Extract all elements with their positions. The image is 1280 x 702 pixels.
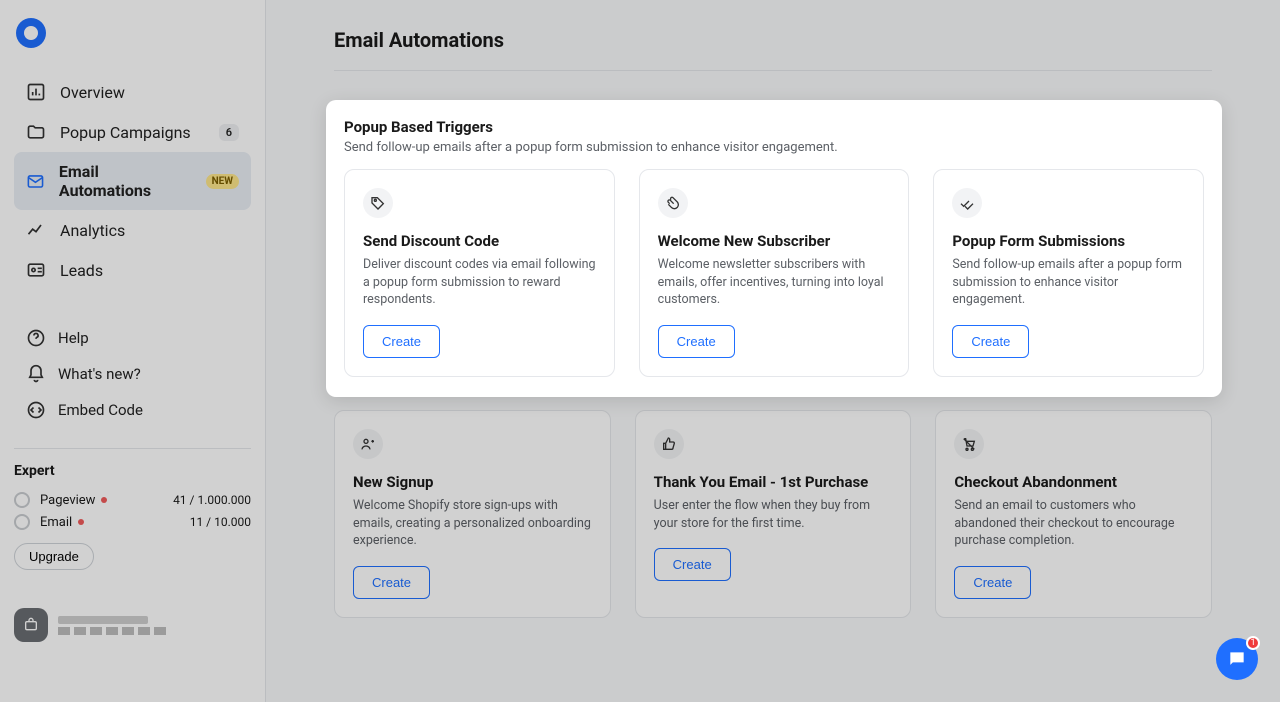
nav-item-help[interactable]: Help bbox=[14, 320, 251, 356]
automation-card-discount: Send Discount Code Deliver discount code… bbox=[344, 169, 615, 377]
bell-icon bbox=[26, 364, 46, 384]
nav-item-label: Popup Campaigns bbox=[60, 123, 191, 142]
plan-quota-box: Expert Pageview 41 / 1.000.000 Email 11 … bbox=[14, 448, 251, 570]
card-title: New Signup bbox=[353, 473, 592, 491]
nav-badge-count: 6 bbox=[219, 124, 239, 141]
create-button[interactable]: Create bbox=[954, 566, 1031, 599]
card-description: Deliver discount codes via email followi… bbox=[363, 256, 596, 309]
folder-icon bbox=[26, 122, 46, 142]
card-description: Welcome newsletter subscribers with emai… bbox=[658, 256, 891, 309]
nav-item-label: Overview bbox=[60, 83, 125, 102]
section-subtitle: Send follow-up emails after a popup form… bbox=[344, 140, 1204, 155]
nav-item-popup-campaigns[interactable]: Popup Campaigns 6 bbox=[14, 112, 251, 152]
nav-item-label: Email Automations bbox=[59, 162, 188, 200]
wave-icon bbox=[658, 188, 688, 218]
cart-off-icon bbox=[954, 429, 984, 459]
plan-name: Expert bbox=[14, 463, 251, 479]
nav-item-email-automations[interactable]: Email Automations NEW bbox=[14, 152, 251, 210]
nav-item-label: Help bbox=[58, 329, 89, 347]
user-block[interactable] bbox=[14, 608, 251, 642]
nav-item-label: Analytics bbox=[60, 221, 125, 240]
section-title: Popup Based Triggers bbox=[344, 118, 1204, 136]
nav-item-overview[interactable]: Overview bbox=[14, 72, 251, 112]
automation-card-checkout-abandon: Checkout Abandonment Send an email to cu… bbox=[935, 410, 1212, 618]
automation-card-form-submissions: Popup Form Submissions Send follow-up em… bbox=[933, 169, 1204, 377]
create-button[interactable]: Create bbox=[952, 325, 1029, 358]
card-title: Thank You Email - 1st Purchase bbox=[654, 473, 893, 491]
nav-item-label: Leads bbox=[60, 261, 103, 280]
tag-icon bbox=[363, 188, 393, 218]
page-title: Email Automations bbox=[334, 28, 1212, 71]
status-dot-icon bbox=[78, 519, 84, 525]
quota-pageview: Pageview 41 / 1.000.000 bbox=[14, 489, 251, 511]
nav-item-analytics[interactable]: Analytics bbox=[14, 210, 251, 250]
quota-label: Pageview bbox=[40, 493, 95, 508]
quota-value: 41 / 1.000.000 bbox=[173, 493, 251, 507]
nav-item-label: What's new? bbox=[58, 365, 141, 383]
upgrade-button[interactable]: Upgrade bbox=[14, 543, 94, 570]
create-button[interactable]: Create bbox=[353, 566, 430, 599]
nav-badge-new: NEW bbox=[206, 174, 239, 189]
nav-item-embed-code[interactable]: Embed Code bbox=[14, 392, 251, 428]
quota-email: Email 11 / 10.000 bbox=[14, 511, 251, 533]
card-description: Welcome Shopify store sign-ups with emai… bbox=[353, 497, 592, 550]
ring-icon bbox=[14, 492, 30, 508]
automation-card-thank-you: Thank You Email - 1st Purchase User ente… bbox=[635, 410, 912, 618]
card-title: Welcome New Subscriber bbox=[658, 232, 891, 250]
card-description: Send follow-up emails after a popup form… bbox=[952, 256, 1185, 309]
secondary-nav: Help What's new? Embed Code bbox=[14, 320, 251, 428]
quota-label: Email bbox=[40, 515, 72, 530]
automation-card-new-signup: New Signup Welcome Shopify store sign-up… bbox=[334, 410, 611, 618]
code-icon bbox=[26, 400, 46, 420]
chat-unread-badge: 1 bbox=[1246, 636, 1260, 650]
card-title: Popup Form Submissions bbox=[952, 232, 1185, 250]
user-meta-placeholder bbox=[58, 613, 198, 638]
automation-card-welcome: Welcome New Subscriber Welcome newslette… bbox=[639, 169, 910, 377]
popup-section-highlight: Popup Based Triggers Send follow-up emai… bbox=[326, 100, 1222, 397]
create-button[interactable]: Create bbox=[363, 325, 440, 358]
avatar bbox=[14, 608, 48, 642]
chat-fab[interactable]: 1 bbox=[1216, 638, 1258, 680]
chat-icon bbox=[1227, 649, 1247, 669]
card-title: Send Discount Code bbox=[363, 232, 596, 250]
mail-icon bbox=[26, 171, 45, 191]
thumbs-up-icon bbox=[654, 429, 684, 459]
app-logo bbox=[16, 18, 46, 48]
nav-item-whats-new[interactable]: What's new? bbox=[14, 356, 251, 392]
card-title: Checkout Abandonment bbox=[954, 473, 1193, 491]
nav-item-label: Embed Code bbox=[58, 401, 143, 419]
ring-icon bbox=[14, 514, 30, 530]
primary-nav: Overview Popup Campaigns 6 Email Automat… bbox=[14, 72, 251, 290]
card-icon bbox=[26, 260, 46, 280]
quota-value: 11 / 10.000 bbox=[190, 515, 251, 529]
trend-icon bbox=[26, 220, 46, 240]
chart-bar-icon bbox=[26, 82, 46, 102]
nav-item-leads[interactable]: Leads bbox=[14, 250, 251, 290]
create-button[interactable]: Create bbox=[654, 548, 731, 581]
status-dot-icon bbox=[101, 497, 107, 503]
create-button[interactable]: Create bbox=[658, 325, 735, 358]
check-all-icon bbox=[952, 188, 982, 218]
help-icon bbox=[26, 328, 46, 348]
user-plus-icon bbox=[353, 429, 383, 459]
card-description: Send an email to customers who abandoned… bbox=[954, 497, 1193, 550]
sidebar: Overview Popup Campaigns 6 Email Automat… bbox=[0, 0, 266, 702]
card-description: User enter the flow when they buy from y… bbox=[654, 497, 893, 532]
